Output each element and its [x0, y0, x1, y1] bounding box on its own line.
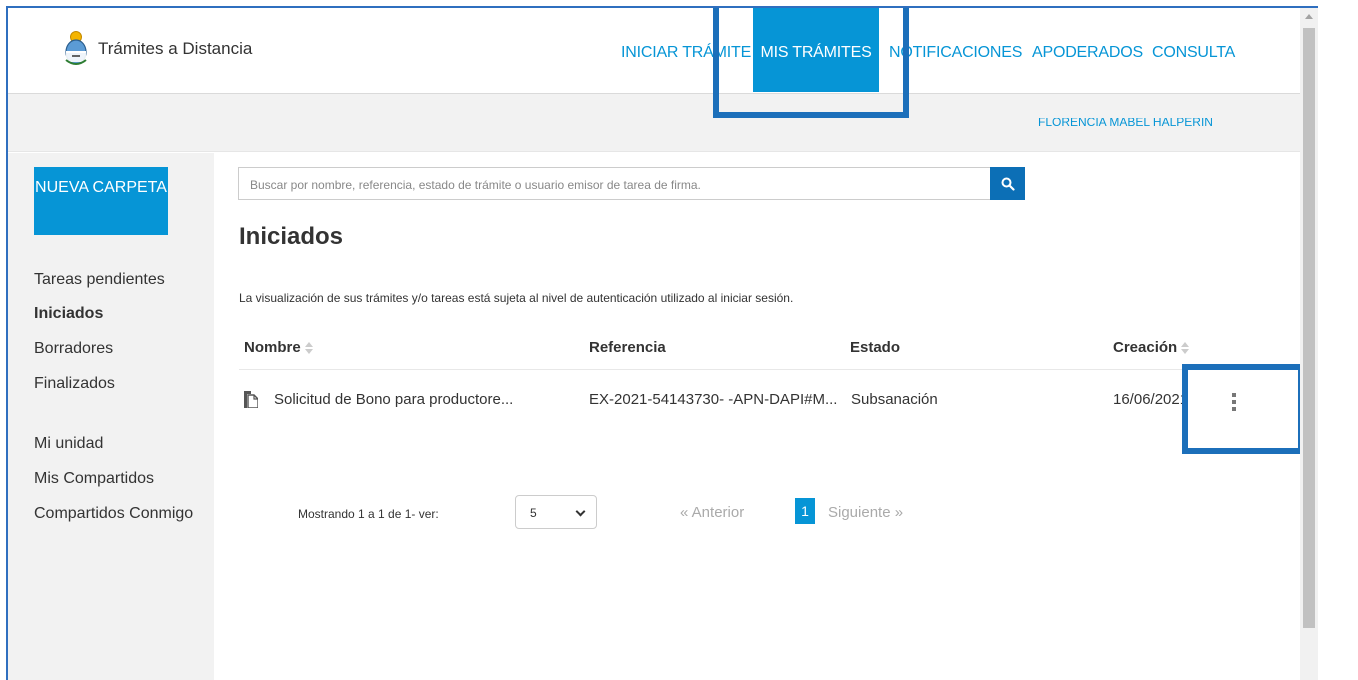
document-icon — [244, 391, 259, 409]
sort-icon — [1181, 341, 1190, 355]
column-header-nombre[interactable]: Nombre — [244, 339, 313, 356]
cell-estado: Subsanación — [851, 391, 938, 408]
nav-iniciar-tramite[interactable]: INICIAR TRÁMITE — [621, 8, 751, 92]
page-size-value: 5 — [530, 506, 537, 520]
chevron-down-icon — [575, 506, 586, 517]
sidebar: NUEVA CARPETA Tareas pendientes Iniciado… — [8, 153, 214, 680]
page-size-select[interactable]: 5 — [515, 495, 597, 529]
column-header-label: Estado — [850, 339, 901, 356]
sidebar-item-mi-unidad[interactable]: Mi unidad — [34, 435, 103, 453]
column-header-referencia: Referencia — [589, 339, 666, 356]
argentina-emblem-icon — [64, 30, 88, 68]
more-options-icon[interactable] — [1231, 393, 1237, 411]
sidebar-item-mis-compartidos[interactable]: Mis Compartidos — [34, 470, 154, 488]
nav-apoderados[interactable]: APODERADOS — [1032, 8, 1143, 92]
sidebar-item-iniciados[interactable]: Iniciados — [34, 305, 103, 323]
pagination-page-current[interactable]: 1 — [795, 498, 815, 524]
column-header-label: Nombre — [244, 339, 301, 356]
nav-mis-tramites[interactable]: MIS TRÁMITES — [753, 8, 879, 92]
nav-notificaciones[interactable]: NOTIFICACIONES — [889, 8, 1022, 92]
results-count: Mostrando 1 a 1 de 1- ver: — [298, 507, 439, 521]
vertical-scrollbar[interactable] — [1300, 8, 1318, 680]
pagination-prev[interactable]: « Anterior — [680, 504, 744, 521]
column-header-label: Referencia — [589, 339, 666, 356]
page-title: Iniciados — [239, 223, 344, 250]
scroll-thumb[interactable] — [1303, 28, 1315, 628]
sidebar-item-compartidos-conmigo[interactable]: Compartidos Conmigo — [34, 505, 193, 523]
top-header: Trámites a Distancia INICIAR TRÁMITE MIS… — [8, 8, 1304, 94]
column-header-estado: Estado — [850, 339, 900, 356]
main-content: Buscar por nombre, referencia, estado de… — [214, 153, 1304, 680]
pagination-next[interactable]: Siguiente » — [828, 504, 903, 521]
auth-notice: La visualización de sus trámites y/o tar… — [239, 291, 794, 305]
sort-icon — [304, 341, 313, 355]
sidebar-item-finalizados[interactable]: Finalizados — [34, 375, 115, 393]
sidebar-item-tareas-pendientes[interactable]: Tareas pendientes — [34, 271, 165, 289]
cell-creacion: 16/06/2021 — [1113, 391, 1189, 408]
brand[interactable]: Trámites a Distancia — [64, 30, 252, 68]
column-header-label: Creación — [1113, 339, 1178, 356]
brand-title: Trámites a Distancia — [98, 39, 253, 58]
cell-nombre[interactable]: Solicitud de Bono para productore... — [274, 391, 554, 408]
search-input[interactable]: Buscar por nombre, referencia, estado de… — [238, 167, 990, 200]
scroll-up-arrow-icon[interactable] — [1305, 14, 1313, 19]
new-folder-button[interactable]: NUEVA CARPETA — [34, 167, 168, 235]
search-button[interactable] — [990, 167, 1025, 200]
app-window: Trámites a Distancia INICIAR TRÁMITE MIS… — [6, 6, 1318, 680]
cell-referencia: EX-2021-54143730- -APN-DAPI#M... — [589, 391, 838, 408]
header-divider — [239, 369, 1239, 370]
column-header-creacion[interactable]: Creación — [1113, 339, 1190, 356]
sidebar-item-borradores[interactable]: Borradores — [34, 340, 113, 358]
nav-consulta[interactable]: CONSULTA — [1152, 8, 1235, 92]
search-icon — [1001, 177, 1015, 191]
user-name[interactable]: FLORENCIA MABEL HALPERIN — [1038, 118, 1252, 132]
